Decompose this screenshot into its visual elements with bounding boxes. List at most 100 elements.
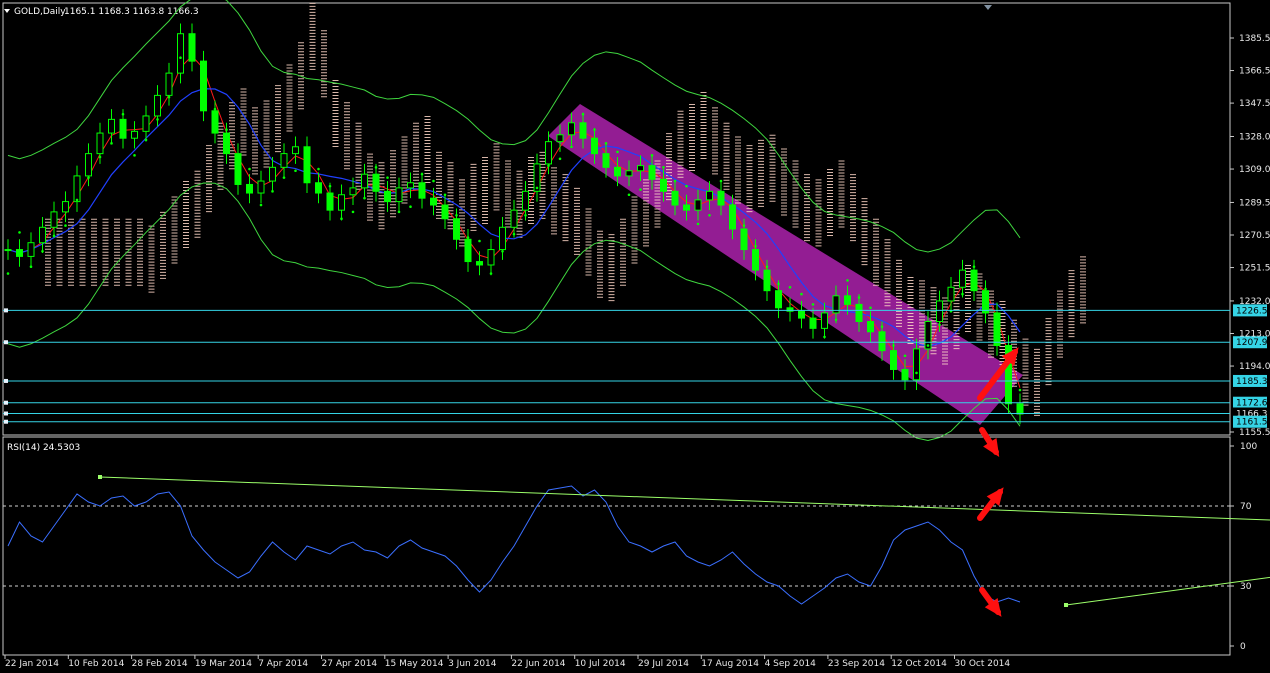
candle-body (211, 110, 219, 134)
candle-body (349, 187, 357, 196)
candle-body (625, 170, 633, 177)
sar-dot (282, 176, 286, 179)
candle-body (648, 165, 656, 180)
sar-dot (650, 154, 654, 157)
candle-body (4, 249, 12, 252)
price-tag-label: 1161.5 (1236, 418, 1268, 428)
candle-body (775, 290, 782, 309)
candle-body (878, 331, 886, 352)
candle-body (729, 204, 736, 230)
trend-point (1064, 603, 1068, 607)
rsi-tick-label: 30 (1240, 582, 1252, 592)
candle-body (556, 134, 564, 143)
sar-dot (846, 279, 849, 282)
candle-body (326, 192, 334, 211)
level-handle (4, 419, 8, 424)
candle-body (16, 249, 23, 257)
candle-body (108, 118, 115, 134)
sar-dot (328, 184, 332, 188)
rsi-guides (3, 505, 1230, 587)
sar-dot (6, 272, 10, 275)
sar-dot (202, 85, 205, 89)
candle-body (717, 190, 725, 206)
candle-body (993, 312, 1001, 346)
sar-dot (489, 272, 493, 275)
time-tick-label: 10 Jul 2014 (575, 659, 626, 669)
price-tag-label: 1185.3 (1236, 377, 1268, 387)
time-tick-label: 17 Aug 2014 (701, 659, 759, 669)
sar-dot (616, 150, 619, 154)
sar-dot (397, 210, 401, 214)
price-tick-label: 1232.0 (1239, 297, 1270, 307)
candle-body (372, 173, 380, 192)
candle-body (809, 317, 817, 329)
price-tick-label: 1251.5 (1239, 264, 1270, 274)
chart-menu-icon[interactable] (4, 9, 10, 13)
price-tick-label: 1385.5 (1239, 34, 1270, 44)
price-panel: GOLD,Daily 1165.1 1168.3 1163.8 1166.3 1… (2, 0, 1270, 441)
sar-dot (52, 234, 56, 238)
candle-body (959, 269, 966, 288)
sar-dot (455, 214, 458, 217)
sar-dot (409, 205, 412, 209)
time-tick-label: 30 Oct 2014 (955, 659, 1011, 669)
level-handle (4, 411, 8, 416)
candle-body (361, 173, 368, 189)
time-tick-label: 22 Jun 2014 (511, 659, 565, 669)
sar-dot (271, 190, 274, 193)
sar-dot (213, 107, 217, 111)
candle-body (476, 261, 483, 266)
candle-body (947, 286, 955, 302)
candle-body (694, 199, 702, 211)
sar-dot (696, 222, 700, 226)
scroll-marker-icon[interactable] (984, 5, 992, 10)
rsi-tick-label: 100 (1240, 442, 1257, 452)
price-candles (4, 23, 1024, 425)
candle-body (602, 153, 610, 168)
sar-dot (294, 169, 297, 173)
sar-dot (524, 214, 527, 217)
candle-body (395, 187, 403, 203)
price-panel-frame (2, 2, 1231, 436)
sar-dot (788, 285, 792, 289)
sar-dot (926, 344, 930, 347)
candle-body (855, 303, 863, 323)
rsi-tick-label: 70 (1240, 502, 1252, 512)
candle-body (740, 228, 748, 251)
price-tick-label: 1194.0 (1239, 362, 1270, 372)
sar-dot (593, 128, 596, 131)
horizontal-levels: 1226.51207.91185.31172.61166.31161.5 (3, 304, 1268, 428)
rsi-panel-frame (2, 436, 1231, 656)
candle-body (119, 118, 127, 139)
time-axis: 22 Jan 2014 10 Feb 2014 28 Feb 2014 19 Mar … (4, 655, 1011, 669)
candle-body (142, 115, 150, 132)
sar-dot (823, 335, 826, 339)
time-tick-label: 4 Sep 2014 (765, 659, 817, 669)
sar-dot (892, 344, 895, 347)
sar-dot (41, 249, 44, 253)
candle-body (487, 249, 495, 266)
price-tick-label: 1309.0 (1239, 165, 1270, 175)
sar-dot (777, 282, 780, 286)
chart-canvas[interactable]: GOLD,Daily 1165.1 1168.3 1163.8 1166.3 1… (0, 0, 1270, 673)
candle-body (39, 226, 46, 244)
candle-body (867, 321, 874, 333)
candle-body (418, 182, 426, 199)
sar-dot (305, 157, 309, 161)
candle-body (936, 300, 943, 323)
candle-body (844, 295, 851, 305)
candle-body (131, 130, 138, 139)
candle-body (407, 182, 414, 189)
price-tag-label: 1207.9 (1236, 338, 1268, 348)
sar-dot (708, 214, 711, 217)
sar-dot (765, 265, 769, 268)
sar-dot (742, 224, 746, 227)
time-tick-label: 7 Apr 2014 (258, 659, 308, 669)
symbol-label: GOLD,Daily (14, 7, 66, 17)
sar-dot (87, 176, 90, 179)
price-tick-label: 1347.5 (1239, 99, 1270, 109)
sar-dot (501, 249, 504, 253)
candle-body (614, 166, 621, 177)
candle-body (96, 132, 104, 155)
candle-body (499, 226, 506, 251)
